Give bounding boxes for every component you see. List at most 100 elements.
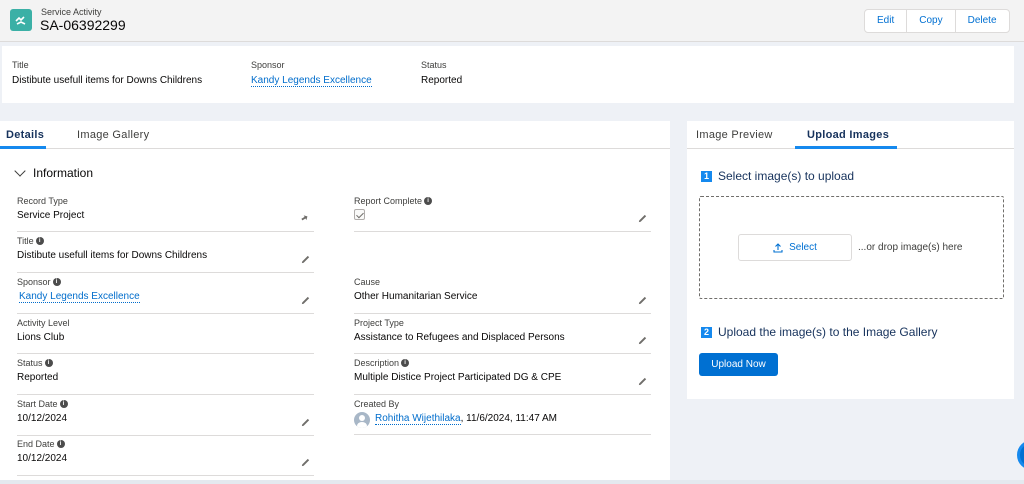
field-title: Title i Distibute usefull items for Downs… xyxy=(17,236,314,273)
service-activity-icon xyxy=(10,9,32,31)
select-images-button[interactable]: Select xyxy=(738,234,852,261)
field-label: Title i xyxy=(17,236,44,246)
step-upload: 2 Upload the image(s) to the Image Galle… xyxy=(701,325,937,339)
field-label-text: Start Date xyxy=(17,399,58,409)
field-label: Description i xyxy=(354,358,410,368)
field-end-date: End Date i 10/12/2024 xyxy=(17,439,314,476)
user-avatar-icon xyxy=(354,412,370,428)
tab-upload-images[interactable]: Upload Images xyxy=(807,129,889,141)
delete-button[interactable]: Delete xyxy=(956,10,1009,32)
step-number-badge: 1 xyxy=(701,170,712,182)
edit-pencil-icon[interactable] xyxy=(637,213,648,224)
field-status: Status i Reported xyxy=(17,358,314,395)
field-label-text: Report Complete xyxy=(354,196,423,206)
field-sponsor: Sponsor i Kandy Legends Excellence xyxy=(17,277,314,314)
field-value: Other Humanitarian Service xyxy=(354,291,478,302)
field-label-text: Title xyxy=(17,236,34,246)
sponsor-link[interactable]: Kandy Legends Excellence xyxy=(19,291,140,303)
step-text: Upload the image(s) to the Image Gallery xyxy=(718,325,938,339)
edit-pencil-icon[interactable] xyxy=(300,295,311,306)
highlight-sponsor: Sponsor Kandy Legends Excellence xyxy=(251,60,372,87)
created-by-value: Rohitha Wijethilaka, 11/6/2024, 11:47 AM xyxy=(375,413,557,425)
field-activity-level: Activity Level Lions Club xyxy=(17,318,314,354)
field-label-text: End Date xyxy=(17,439,55,449)
field-label: Report Complete i xyxy=(354,196,433,206)
highlight-sponsor-label: Sponsor xyxy=(251,60,285,70)
upload-tabs: Image Preview Upload Images xyxy=(687,121,1014,149)
highlight-status: Status Reported xyxy=(421,60,462,86)
field-created-by: Created By Rohitha Wijethilaka, 11/6/202… xyxy=(354,399,651,435)
field-record-type: Record Type Service Project xyxy=(17,196,314,232)
info-icon[interactable]: i xyxy=(59,400,68,408)
info-icon[interactable]: i xyxy=(44,359,53,367)
field-label: Created By xyxy=(354,399,400,409)
created-by-timestamp: , 11/6/2024, 11:47 AM xyxy=(460,413,557,424)
field-label: Project Type xyxy=(354,318,404,328)
chevron-down-icon xyxy=(14,165,26,177)
upload-icon xyxy=(773,242,783,253)
information-section-toggle[interactable]: Information xyxy=(14,165,94,180)
highlight-status-label: Status xyxy=(421,60,447,70)
highlight-title-label: Title xyxy=(12,60,29,70)
tab-details[interactable]: Details xyxy=(6,129,44,141)
field-description: Description i Multiple Distice Project Pa… xyxy=(354,358,651,395)
report-complete-checkbox xyxy=(354,209,365,220)
edit-pencil-icon[interactable] xyxy=(300,457,311,468)
info-icon[interactable]: i xyxy=(56,440,65,448)
tab-image-gallery[interactable]: Image Gallery xyxy=(77,129,149,141)
tab-image-preview[interactable]: Image Preview xyxy=(696,129,773,141)
edit-button[interactable]: Edit xyxy=(865,10,908,32)
select-button-label: Select xyxy=(789,242,817,253)
upload-now-button[interactable]: Upload Now xyxy=(699,353,778,376)
field-label: Status i xyxy=(17,358,53,368)
field-label-text: Sponsor xyxy=(17,277,51,287)
help-button[interactable] xyxy=(1017,440,1024,470)
edit-pencil-icon[interactable] xyxy=(637,295,648,306)
highlight-title: Title Distibute usefull items for Downs … xyxy=(12,60,202,86)
image-dropzone[interactable]: Select ...or drop image(s) here xyxy=(699,196,1004,299)
field-value: Lions Club xyxy=(17,332,65,343)
copy-button[interactable]: Copy xyxy=(907,10,956,32)
record-header: Service Activity SA-06392299 Edit Copy D… xyxy=(0,0,1024,42)
active-tab-indicator xyxy=(795,146,897,149)
change-record-type-icon[interactable] xyxy=(300,213,311,224)
field-label: Cause xyxy=(354,277,381,287)
edit-pencil-icon[interactable] xyxy=(637,376,648,387)
record-actions: Edit Copy Delete xyxy=(864,9,1010,33)
field-value: 10/12/2024 xyxy=(17,453,68,464)
edit-pencil-icon[interactable] xyxy=(300,254,311,265)
field-label: Sponsor i xyxy=(17,277,61,287)
edit-pencil-icon[interactable] xyxy=(637,335,648,346)
bottom-bar xyxy=(0,480,1024,484)
field-label: End Date i xyxy=(17,439,65,449)
upload-images-card: Image Preview Upload Images 1 Select ima… xyxy=(687,121,1014,399)
step-text: Select image(s) to upload xyxy=(718,169,855,183)
field-cause: Cause Other Humanitarian Service xyxy=(354,277,651,314)
field-value: Assistance to Refugees and Displaced Per… xyxy=(354,332,565,343)
edit-pencil-icon[interactable] xyxy=(300,417,311,428)
field-value: Distibute usefull items for Downs Childr… xyxy=(17,250,208,261)
field-start-date: Start Date i 10/12/2024 xyxy=(17,399,314,436)
field-label: Activity Level xyxy=(17,318,70,328)
created-by-user-link[interactable]: Rohitha Wijethilaka xyxy=(375,413,461,425)
info-icon[interactable]: i xyxy=(401,359,410,367)
record-name: SA-06392299 xyxy=(40,17,126,33)
field-project-type: Project Type Assistance to Refugees and … xyxy=(354,318,651,354)
highlights-panel: Title Distibute usefull items for Downs … xyxy=(2,46,1014,103)
highlight-title-value: Distibute usefull items for Downs Childr… xyxy=(12,75,203,86)
detail-tabs: Details Image Gallery xyxy=(0,121,670,149)
object-type-label: Service Activity xyxy=(41,7,102,17)
field-label: Start Date i xyxy=(17,399,68,409)
field-label-text: Status xyxy=(17,358,43,368)
step-select: 1 Select image(s) to upload xyxy=(701,169,854,183)
step-number-badge: 2 xyxy=(701,326,712,338)
highlight-sponsor-link[interactable]: Kandy Legends Excellence xyxy=(251,75,372,87)
field-label-text: Description xyxy=(354,358,400,368)
highlight-status-value: Reported xyxy=(421,75,463,86)
info-icon[interactable]: i xyxy=(424,197,433,205)
info-icon[interactable]: i xyxy=(52,278,61,286)
field-label: Record Type xyxy=(17,196,68,206)
field-value: 10/12/2024 xyxy=(17,413,68,424)
section-title: Information xyxy=(33,166,94,180)
info-icon[interactable]: i xyxy=(35,237,44,245)
